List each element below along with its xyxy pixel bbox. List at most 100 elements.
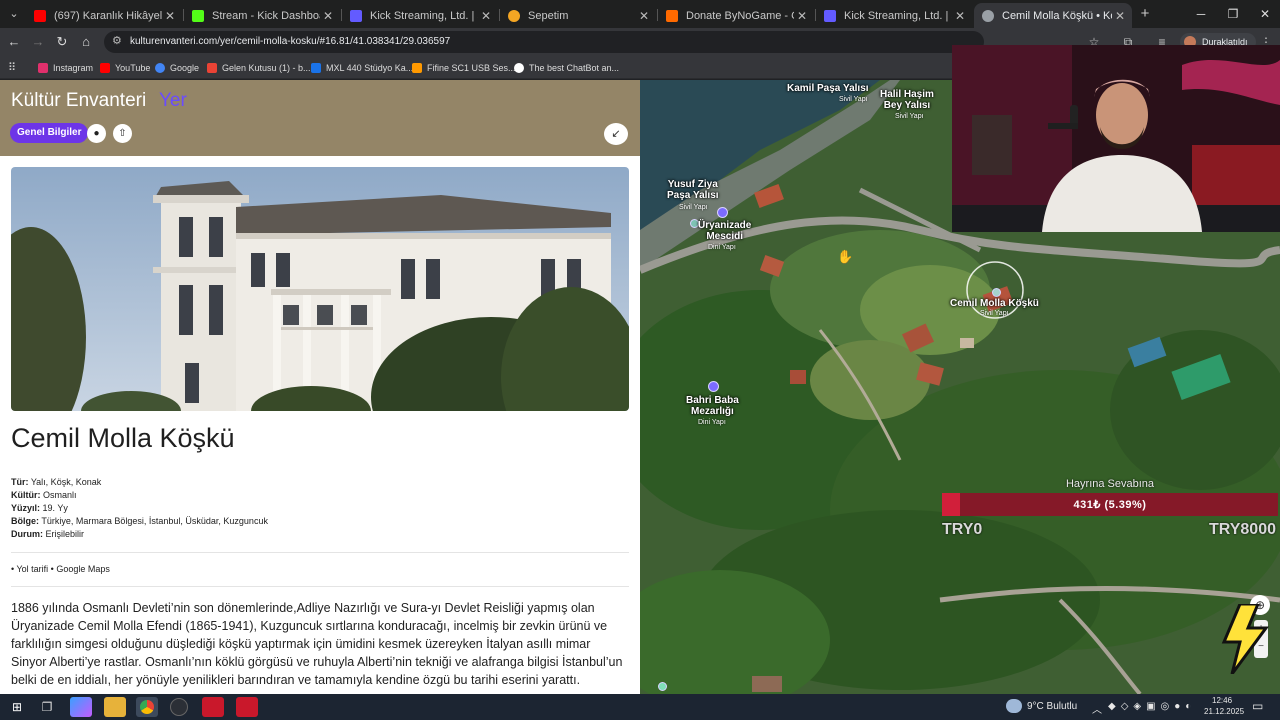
place-marker[interactable] bbox=[717, 207, 728, 218]
restore-icon[interactable]: ❐ bbox=[1218, 4, 1248, 24]
url-text[interactable]: kulturenvanteri.com/yer/cemil-molla-kosk… bbox=[130, 36, 450, 47]
place-marker[interactable] bbox=[658, 682, 667, 691]
close-tab-icon[interactable]: ✕ bbox=[1112, 9, 1128, 23]
map-label-type: Dini Yapı bbox=[708, 244, 736, 251]
forward-icon[interactable]: → bbox=[28, 32, 48, 52]
directions-links[interactable]: • Yol tarifi • Google Maps bbox=[11, 564, 110, 574]
close-tab-icon[interactable]: ✕ bbox=[478, 9, 494, 23]
page-title: Cemil Molla Köşkü bbox=[11, 423, 235, 453]
place-description: 1886 yılında Osmanlı Devleti’nin son dön… bbox=[11, 601, 623, 687]
mansion-photo-illustration bbox=[11, 167, 629, 411]
close-tab-icon[interactable]: ✕ bbox=[952, 9, 968, 23]
bynogame-favicon-icon bbox=[666, 9, 678, 22]
bookmark-instagram[interactable]: Instagram bbox=[38, 60, 93, 75]
bookmark-mxl[interactable]: MXL 440 Stüdyo Ka... bbox=[311, 60, 413, 75]
property-region: Bölge: Türkiye, Marmara Bölgesi, İstanbu… bbox=[11, 516, 268, 526]
chatgpt-icon bbox=[514, 62, 524, 73]
bookmark-gmail[interactable]: Gelen Kutusu (1) - b... bbox=[207, 60, 311, 75]
notifications-icon[interactable]: ▭ bbox=[1252, 699, 1263, 713]
cart-favicon-icon bbox=[508, 9, 520, 22]
site-brand[interactable]: Kültür Envanteri bbox=[11, 90, 146, 112]
tab-title: Sepetim bbox=[528, 9, 569, 22]
back-icon[interactable]: ← bbox=[4, 32, 24, 52]
donation-min-label: TRY0 bbox=[942, 521, 983, 538]
close-window-icon[interactable]: ✕ bbox=[1250, 4, 1280, 24]
apps-grid-icon[interactable]: ⠿ bbox=[8, 60, 16, 75]
close-tab-icon[interactable]: ✕ bbox=[320, 9, 336, 23]
bookmark-google[interactable]: Google bbox=[155, 60, 199, 75]
property-type: Tür: Yalı, Köşk, Konak bbox=[11, 477, 101, 487]
place-marker[interactable] bbox=[992, 288, 1001, 297]
task-view-icon[interactable]: ❐ bbox=[36, 697, 58, 717]
bookmark-label: MXL 440 Stüdyo Ka... bbox=[326, 62, 414, 73]
address-bar[interactable]: ⚙ kulturenvanteri.com/yer/cemil-molla-ko… bbox=[104, 31, 984, 53]
gmail-icon bbox=[207, 62, 217, 73]
general-info-button[interactable]: Genel Bilgiler bbox=[10, 123, 89, 143]
donation-progress-bar: 431₺ (5.39%) bbox=[942, 493, 1278, 516]
reload-icon[interactable]: ↻ bbox=[52, 32, 72, 52]
property-value: Türkiye, Marmara Bölgesi, İstanbul, Üskü… bbox=[41, 516, 268, 526]
tab-sepetim[interactable]: Sepetim ✕ bbox=[500, 3, 656, 28]
place-photo[interactable] bbox=[11, 167, 629, 411]
map-label-type: Dini Yapı bbox=[698, 419, 726, 426]
weather-cloud-icon bbox=[1006, 699, 1022, 713]
tab-bynogame[interactable]: Donate ByNoGame - Gelen/Gid ✕ bbox=[658, 3, 814, 28]
map-label-uryanizade[interactable]: Üryanizade Mescidi bbox=[698, 220, 751, 242]
donation-amount: 431₺ (5.39%) bbox=[1073, 499, 1147, 511]
globe-favicon-icon bbox=[982, 9, 994, 22]
youtube-favicon-icon bbox=[34, 9, 46, 22]
map-label-kamil-pasa[interactable]: Kamil Paşa Yalısı bbox=[787, 83, 869, 94]
property-key: Kültür: bbox=[11, 490, 41, 500]
obs-icon[interactable] bbox=[170, 698, 188, 716]
site-info-icon[interactable]: ⚙ bbox=[112, 34, 122, 47]
donation-goal-widget: Hayrına Sevabına 431₺ (5.39%) TRY0 TRY80… bbox=[940, 478, 1280, 542]
tab-stripe-setup[interactable]: Kick Streaming, Ltd. | Set up pa ✕ bbox=[342, 3, 498, 28]
property-value: Erişilebilir bbox=[45, 529, 85, 539]
bookmark-label: Google bbox=[170, 62, 200, 73]
divider bbox=[11, 552, 629, 553]
tray-chevron-icon[interactable]: ︿ bbox=[1092, 701, 1102, 716]
minimize-icon[interactable]: ─ bbox=[1186, 4, 1216, 24]
tab-youtube[interactable]: (697) Karanlık Hikâyeler: Cemil M ✕ bbox=[26, 3, 182, 28]
chrome-icon[interactable] bbox=[136, 697, 158, 717]
new-tab-icon[interactable]: + bbox=[1136, 5, 1154, 23]
map-label-bahri-baba[interactable]: Bahri Baba Mezarlığı bbox=[686, 395, 739, 417]
map-label-halil-hasim[interactable]: Halil Haşim Bey Yalısı bbox=[880, 89, 934, 111]
place-info-panel: Kültür Envanteri Yer Genel Bilgiler ● ⇧ … bbox=[0, 80, 640, 694]
map-label-yusuf-ziya[interactable]: Yusuf Ziya Paşa Yalısı bbox=[667, 179, 719, 201]
tray-icons[interactable]: ◆◇◈▣◎●◐ bbox=[1108, 701, 1196, 712]
tab-stripe[interactable]: Kick Streaming, Ltd. | Stripe ile ✕ bbox=[816, 3, 972, 28]
copilot-icon[interactable] bbox=[70, 697, 92, 717]
chrome-logo bbox=[140, 700, 154, 714]
bookmark-label: YouTube bbox=[115, 62, 151, 73]
collapse-panel-icon[interactable]: ↙ bbox=[604, 123, 628, 145]
map-label-cemil-molla[interactable]: Cemil Molla Köşkü bbox=[950, 298, 1039, 309]
close-tab-icon[interactable]: ✕ bbox=[794, 9, 810, 23]
clock-date[interactable]: 21.12.2025 bbox=[1204, 707, 1244, 716]
clock-time[interactable]: 12:46 bbox=[1212, 696, 1232, 705]
property-status: Durum: Erişilebilir bbox=[11, 529, 84, 539]
app-red-icon[interactable] bbox=[202, 697, 224, 717]
bookmark-fifine[interactable]: Fifine SC1 USB Ses... bbox=[412, 60, 516, 75]
divider bbox=[11, 586, 629, 587]
share-icon[interactable]: ⇧ bbox=[113, 124, 132, 143]
bookmark-chatbot[interactable]: The best ChatBot an... bbox=[514, 60, 619, 75]
tab-cemil-molla[interactable]: Cemil Molla Köşkü • Konumu, F ✕ bbox=[974, 3, 1132, 28]
home-icon[interactable]: ⌂ bbox=[76, 32, 96, 52]
tab-kick-dashboard[interactable]: Stream - Kick Dashboard ✕ bbox=[184, 3, 340, 28]
close-tab-icon[interactable]: ✕ bbox=[162, 9, 178, 23]
weather-text[interactable]: 9°C Bulutlu bbox=[1027, 701, 1077, 712]
comment-icon[interactable]: ● bbox=[87, 124, 106, 143]
property-value: 19. Yy bbox=[42, 503, 68, 513]
property-value: Yalı, Köşk, Konak bbox=[30, 477, 102, 487]
app-mail-icon[interactable] bbox=[236, 697, 258, 717]
property-key: Bölge: bbox=[11, 516, 39, 526]
site-header: Kültür Envanteri Yer Genel Bilgiler ● ⇧ … bbox=[0, 80, 640, 156]
file-explorer-icon[interactable] bbox=[104, 697, 126, 717]
place-marker[interactable] bbox=[708, 381, 719, 392]
start-icon[interactable]: ⊞ bbox=[6, 697, 28, 717]
tab-search-icon[interactable]: ⌄ bbox=[4, 4, 24, 24]
close-tab-icon[interactable]: ✕ bbox=[636, 9, 652, 23]
site-brand-accent[interactable]: Yer bbox=[159, 90, 187, 112]
bookmark-youtube[interactable]: YouTube bbox=[100, 60, 150, 75]
